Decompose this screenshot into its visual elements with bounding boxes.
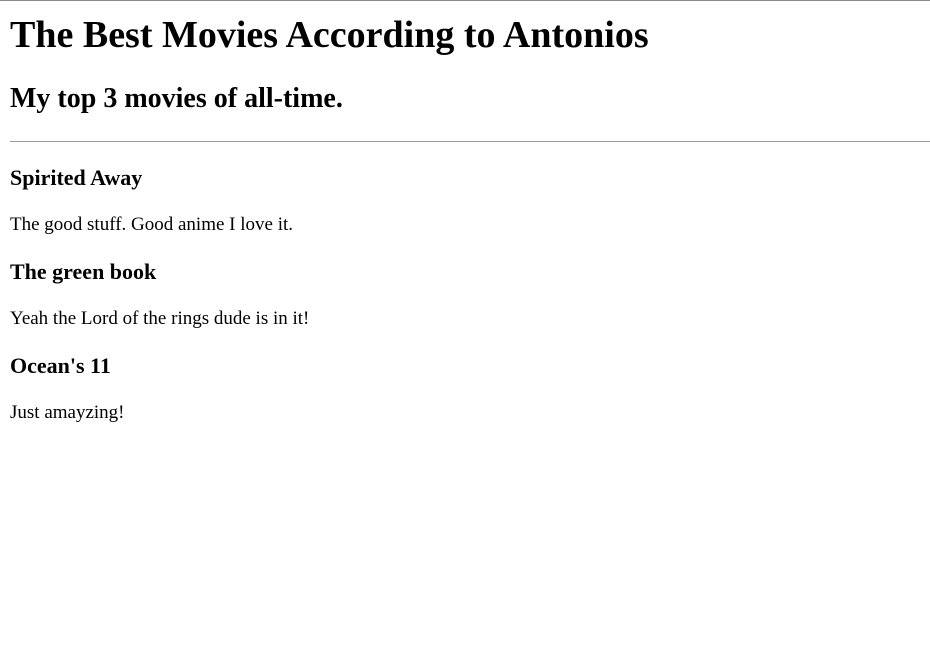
page-title: The Best Movies According to Antonios: [10, 14, 649, 56]
page-subtitle: My top 3 movies of all-time.: [10, 83, 343, 114]
movie-description: Just amayzing!: [10, 402, 125, 423]
movie-item-oceans-11: Ocean's 11 Just amayzing!: [10, 330, 920, 424]
movie-title: Ocean's 11: [10, 353, 111, 378]
movie-title: The green book: [10, 259, 157, 284]
page-content: The Best Movies According to Antonios My…: [0, 1, 930, 424]
movie-description: Yeah the Lord of the rings dude is in it…: [10, 308, 310, 329]
movie-item-green-book: The green book Yeah the Lord of the ring…: [10, 236, 920, 330]
movie-item-spirited-away: Spirited Away The good stuff. Good anime…: [10, 142, 920, 236]
movie-description: The good stuff. Good anime I love it.: [10, 214, 294, 235]
movie-title: Spirited Away: [10, 165, 143, 190]
